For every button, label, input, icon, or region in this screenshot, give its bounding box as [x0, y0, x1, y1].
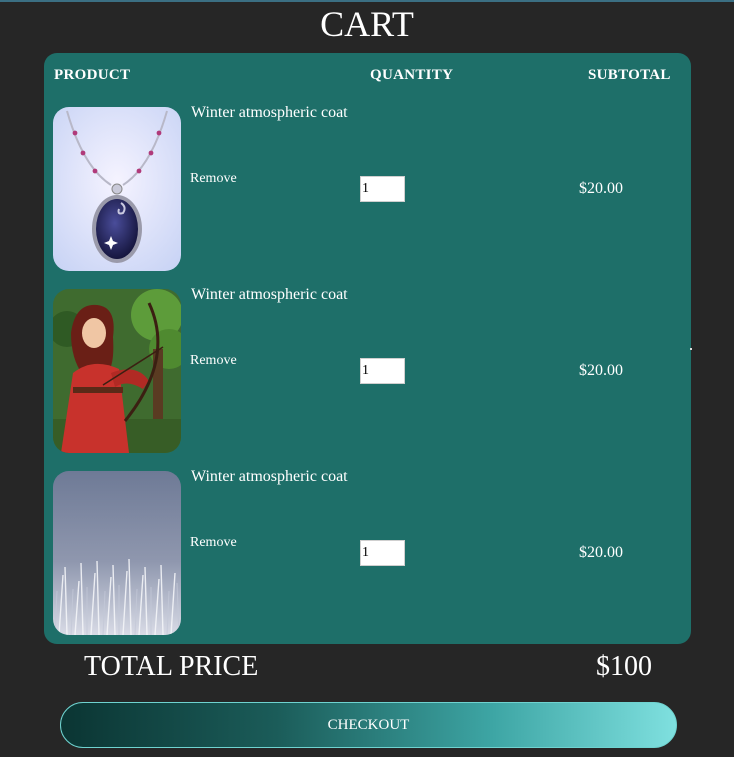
item-name[interactable]: Winter atmospheric coat [191, 467, 348, 487]
item-subtotal: $20.00 [579, 180, 623, 197]
divider-dot [690, 348, 692, 350]
total-price-label: TOTAL PRICE [84, 651, 259, 682]
pendant-necklace-image[interactable] [53, 107, 181, 271]
page-title: CART [320, 4, 414, 44]
item-name[interactable]: Winter atmospheric coat [191, 285, 348, 305]
archer-woman-image[interactable] [53, 289, 181, 453]
total-price-value: $100 [596, 651, 652, 682]
cart-item: Winter atmospheric coat Remove $20.00 [0, 104, 734, 277]
item-name[interactable]: Winter atmospheric coat [191, 103, 348, 123]
header-subtotal: SUBTOTAL [588, 67, 671, 83]
checkout-button[interactable]: CHECKOUT [60, 702, 677, 748]
header-product: PRODUCT [54, 67, 131, 83]
quantity-input[interactable] [360, 540, 405, 566]
cart-item: Winter atmospheric coat Remove $20.00 [0, 286, 734, 459]
cart-item: Winter atmospheric coat Remove $20.00 [0, 468, 734, 641]
item-subtotal: $20.00 [579, 544, 623, 561]
frosty-grass-image[interactable] [53, 471, 181, 635]
cart-page: CART PRODUCT QUANTITY SUBTOTAL Winter at… [0, 0, 734, 757]
quantity-input[interactable] [360, 176, 405, 202]
header-quantity: QUANTITY [370, 67, 454, 83]
top-border [0, 0, 734, 2]
remove-button[interactable]: Remove [190, 170, 237, 188]
quantity-input[interactable] [360, 358, 405, 384]
item-subtotal: $20.00 [579, 362, 623, 379]
remove-button[interactable]: Remove [190, 534, 237, 552]
remove-button[interactable]: Remove [190, 352, 237, 370]
